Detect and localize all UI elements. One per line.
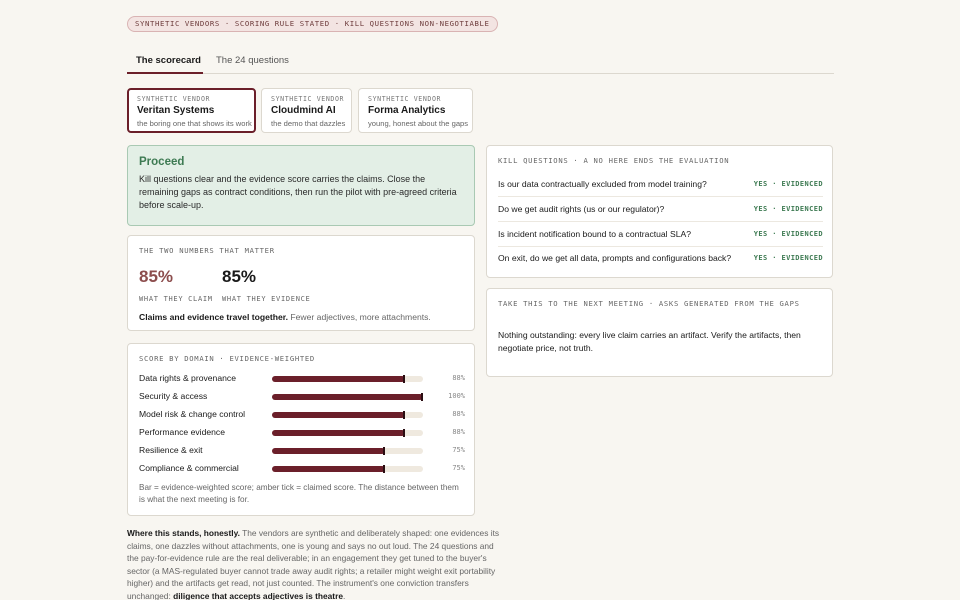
next-meeting-label: TAKE THIS TO THE NEXT MEETING · ASKS GEN… [498, 299, 800, 308]
vendor-name: Forma Analytics [368, 105, 446, 116]
vendor-subtitle: the demo that dazzles [271, 119, 346, 128]
verdict-title: Proceed [139, 156, 185, 168]
claimed-score-tick [402, 411, 405, 419]
domain-bar-fill [272, 466, 386, 472]
kill-question-row: Do we get audit rights (us or our regula… [498, 197, 823, 222]
numbers-note-rest: Fewer adjectives, more attachments. [288, 312, 431, 322]
numbers-note: Claims and evidence travel together. Few… [139, 312, 431, 322]
domain-name: Compliance & commercial [139, 463, 239, 473]
domain-name: Performance evidence [139, 427, 225, 437]
kill-question: Do we get audit rights (us or our regula… [498, 204, 665, 214]
domain-bar-fill [272, 448, 386, 454]
domain-bar-fill [272, 394, 423, 400]
domain-name: Security & access [139, 391, 208, 401]
domain-bar-fill [272, 376, 405, 382]
next-meeting-text: Nothing outstanding: every live claim ca… [498, 330, 801, 353]
domain-row: Security & access 100% [139, 390, 465, 404]
domain-row: Compliance & commercial 75% [139, 462, 465, 476]
kill-questions-label: KILL QUESTIONS · A NO HERE ENDS THE EVAL… [498, 156, 730, 165]
verdict-card: Proceed Kill questions clear and the evi… [127, 145, 475, 226]
evidence-label: WHAT THEY EVIDENCE [222, 295, 311, 303]
kill-questions-card: KILL QUESTIONS · A NO HERE ENDS THE EVAL… [486, 145, 833, 278]
domain-scores-label: SCORE BY DOMAIN · EVIDENCE-WEIGHTED [139, 354, 315, 363]
next-meeting-card: TAKE THIS TO THE NEXT MEETING · ASKS GEN… [486, 288, 833, 377]
kill-answer: YES · EVIDENCED [753, 180, 823, 188]
domain-row: Performance evidence 88% [139, 426, 465, 440]
honest-body: The vendors are synthetic and deliberate… [127, 528, 500, 600]
claimed-score-tick [402, 429, 405, 437]
kill-question-row: Is incident notification bound to a cont… [498, 222, 823, 247]
domain-name: Data rights & provenance [139, 373, 236, 383]
honest-end: . [343, 590, 346, 600]
domain-bar-track [272, 429, 423, 437]
vendor-subtitle: young, honest about the gaps [368, 119, 469, 128]
tab-24-questions[interactable]: The 24 questions [216, 55, 289, 66]
domain-bar-track [272, 447, 423, 455]
domain-bar-fill [272, 430, 405, 436]
claim-value: 85% [139, 267, 174, 286]
vendor-subtitle: the boring one that shows its work [137, 119, 252, 128]
honest-summary: Where this stands, honestly. The vendors… [127, 527, 507, 600]
domain-name: Resilience & exit [139, 445, 203, 455]
domain-percent: 88% [452, 428, 465, 436]
domain-row: Data rights & provenance 88% [139, 372, 465, 386]
domain-bar-track [272, 375, 423, 383]
domain-bar-track [272, 465, 423, 473]
domain-percent: 88% [452, 410, 465, 418]
kill-question: On exit, do we get all data, prompts and… [498, 253, 732, 263]
kill-answer: YES · EVIDENCED [753, 205, 823, 213]
kill-question-row: Is our data contractually excluded from … [498, 172, 823, 197]
honest-tail: diligence that accepts adjectives is the… [173, 590, 344, 600]
domain-row: Model risk & change control 88% [139, 408, 465, 422]
kill-question-row: On exit, do we get all data, prompts and… [498, 246, 823, 271]
domain-bar-track [272, 411, 423, 419]
verdict-text: Kill questions clear and the evidence sc… [139, 174, 457, 210]
tab-scorecard[interactable]: The scorecard [136, 55, 201, 66]
domain-bar-track [272, 393, 423, 401]
evidence-value: 85% [222, 267, 257, 286]
kill-answer: YES · EVIDENCED [753, 254, 823, 262]
vendor-name: Veritan Systems [137, 105, 215, 116]
domain-percent: 100% [448, 392, 465, 400]
numbers-label: THE TWO NUMBERS THAT MATTER [139, 246, 275, 255]
honest-lead: Where this stands, honestly. [127, 528, 240, 538]
domain-scores-card: SCORE BY DOMAIN · EVIDENCE-WEIGHTED Data… [127, 343, 475, 516]
claimed-score-tick [421, 393, 423, 401]
kill-question: Is incident notification bound to a cont… [498, 229, 692, 239]
vendor-name: Cloudmind AI [271, 105, 336, 116]
tab-bar: The scorecard The 24 questions [127, 52, 834, 74]
domain-percent: 75% [452, 464, 465, 472]
vendor-card-forma[interactable]: SYNTHETIC VENDOR Forma Analytics young, … [358, 88, 473, 133]
vendor-card-cloudmind[interactable]: SYNTHETIC VENDOR Cloudmind AI the demo t… [261, 88, 352, 133]
claimed-score-tick [402, 375, 405, 383]
vendor-tag: SYNTHETIC VENDOR [368, 95, 442, 103]
domain-percent: 75% [452, 446, 465, 454]
numbers-card: THE TWO NUMBERS THAT MATTER 85% 85% WHAT… [127, 235, 475, 331]
numbers-note-bold: Claims and evidence travel together. [139, 312, 289, 322]
active-tab-indicator [127, 72, 203, 74]
kill-question: Is our data contractually excluded from … [498, 179, 707, 189]
vendor-card-veritan[interactable]: SYNTHETIC VENDOR Veritan Systems the bor… [127, 88, 256, 133]
vendor-tag: SYNTHETIC VENDOR [271, 95, 345, 103]
status-banner: SYNTHETIC VENDORS · SCORING RULE STATED … [127, 16, 498, 32]
claim-label: WHAT THEY CLAIM [139, 295, 213, 303]
vendor-tag: SYNTHETIC VENDOR [137, 95, 211, 103]
domain-name: Model risk & change control [139, 409, 246, 419]
claimed-score-tick [383, 447, 386, 455]
domain-percent: 88% [452, 374, 465, 382]
kill-answer: YES · EVIDENCED [753, 230, 823, 238]
claimed-score-tick [383, 465, 386, 473]
domain-row: Resilience & exit 75% [139, 444, 465, 458]
domain-bar-fill [272, 412, 405, 418]
domain-scores-note: Bar = evidence-weighted score; amber tic… [139, 483, 459, 504]
